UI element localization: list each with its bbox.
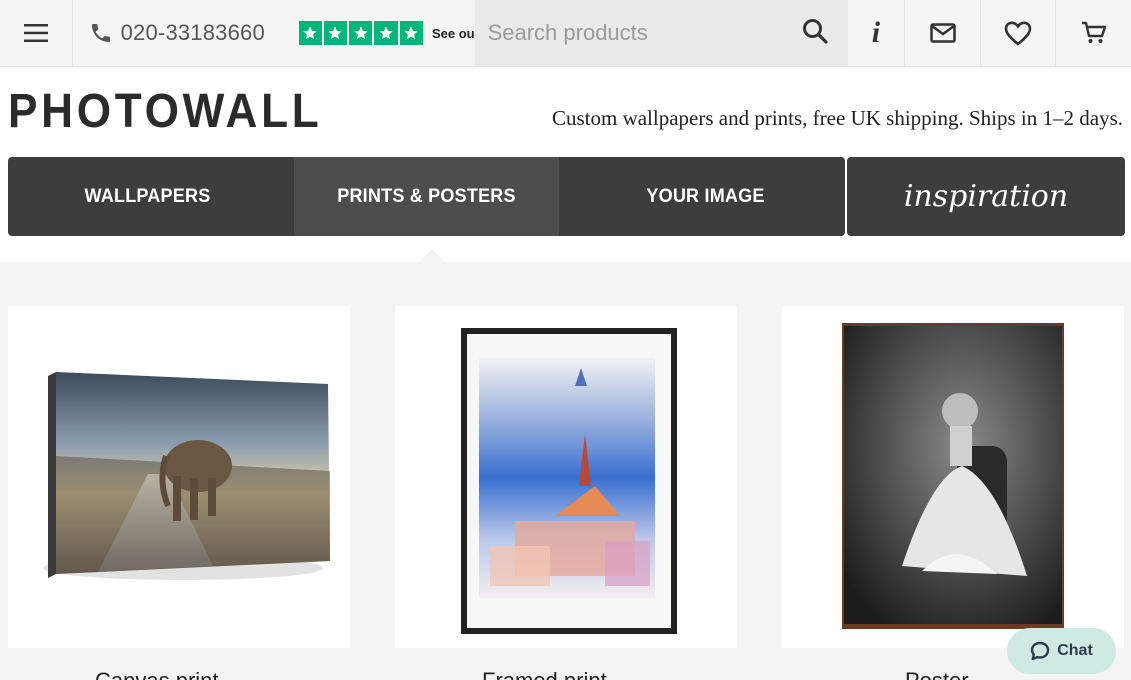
search-bar [474, 0, 848, 66]
main-nav: WALLPAPERS PRINTS & POSTERS YOUR IMAGE [8, 157, 845, 236]
photowall-logo[interactable]: PHOTOWALL [8, 84, 322, 139]
product-card-title-poster[interactable]: Poster [905, 668, 969, 680]
poster-image [842, 323, 1064, 629]
product-card-canvas[interactable] [8, 306, 350, 648]
trustpilot-widget[interactable]: See ou [282, 0, 475, 66]
product-card-title-canvas[interactable]: Canvas print [95, 668, 219, 680]
phone-contact[interactable]: 020-33183660 [73, 0, 282, 66]
info-icon: i [871, 16, 881, 49]
nav-tab-your-image[interactable]: YOUR IMAGE [573, 157, 838, 236]
star-icon [298, 21, 322, 45]
mail-icon [929, 23, 956, 43]
star-icon [399, 21, 423, 45]
nav-tab-prints-posters[interactable]: PRINTS & POSTERS [293, 157, 560, 236]
hamburger-icon [23, 24, 48, 42]
star-icon [323, 21, 348, 45]
product-category-section [0, 262, 1131, 680]
favorites-button[interactable] [979, 0, 1056, 66]
phone-icon [91, 24, 110, 42]
nav-tab-wallpapers[interactable]: WALLPAPERS [15, 157, 280, 236]
chat-button[interactable]: Chat [1007, 628, 1116, 674]
product-card-title-framed[interactable]: Framed print [482, 668, 607, 680]
product-card-framed[interactable] [395, 306, 737, 648]
info-button[interactable]: i [848, 0, 905, 66]
trustpilot-text: See ou [431, 25, 475, 41]
heart-icon [1004, 20, 1032, 46]
chat-label: Chat [1057, 642, 1093, 659]
contact-button[interactable] [904, 0, 980, 66]
product-card-poster[interactable] [782, 306, 1124, 648]
menu-button[interactable] [0, 0, 73, 66]
search-input[interactable] [474, 20, 775, 46]
search-icon [802, 19, 828, 44]
nav-tab-inspiration[interactable]: inspiration [847, 157, 1125, 236]
search-button[interactable] [802, 18, 828, 49]
framed-print-image [461, 328, 677, 634]
cart-icon [1081, 21, 1106, 43]
tagline: Custom wallpapers and prints, free UK sh… [551, 106, 1123, 130]
star-icon [374, 21, 398, 45]
chat-bubble-icon [1031, 641, 1050, 661]
top-bar: 020-33183660 See ou i [0, 0, 1131, 67]
star-icon [349, 21, 373, 45]
canvas-print-image [43, 372, 330, 580]
phone-number: 020-33183660 [120, 20, 265, 45]
cart-button[interactable] [1055, 0, 1131, 66]
active-tab-indicator [418, 249, 446, 263]
